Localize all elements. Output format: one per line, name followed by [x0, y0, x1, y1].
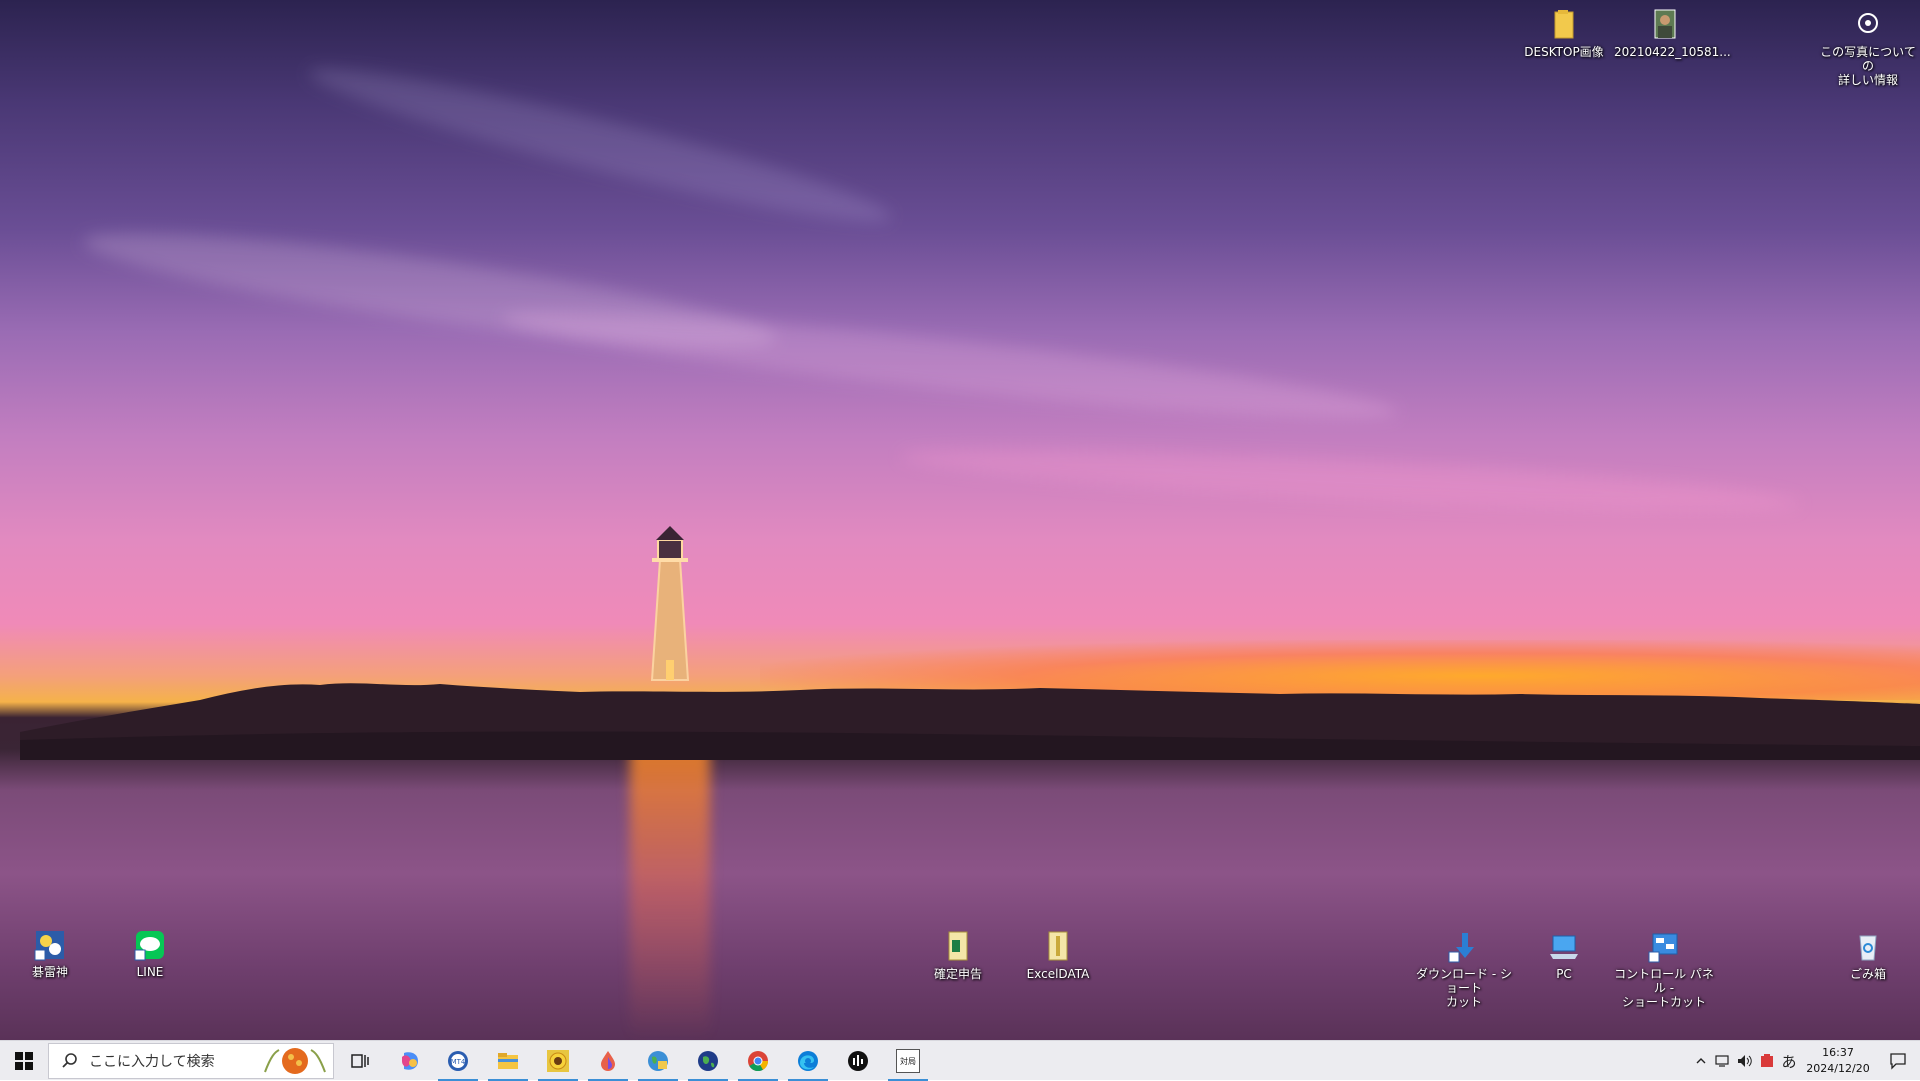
wallpaper-cloud — [899, 436, 1801, 524]
start-button[interactable] — [0, 1041, 48, 1081]
desktop-icon-desktop-images[interactable]: DESKTOP画像 — [1514, 8, 1614, 59]
taskbar-app-file-explorer[interactable] — [484, 1041, 532, 1081]
copilot-icon — [402, 1052, 418, 1070]
red-app-icon — [1761, 1054, 1773, 1067]
desktop-icon-line[interactable]: LINE — [100, 928, 200, 979]
search-highlight-image[interactable] — [261, 1046, 329, 1076]
desktop-icon-excel-data[interactable]: ExcelDATA — [1008, 930, 1108, 981]
taskbar: ここに入力して検索 MT4 対局 あ 16:37 2024/12/20 — [0, 1040, 1920, 1081]
notification-center-button[interactable] — [1876, 1041, 1920, 1081]
search-placeholder: ここに入力して検索 — [89, 1054, 215, 1070]
droplet-icon — [601, 1051, 615, 1071]
clock[interactable]: 16:37 2024/12/20 — [1800, 1045, 1876, 1077]
lighthouse — [650, 526, 690, 681]
windows-logo-icon — [15, 1052, 33, 1070]
desktop-icon-label: DESKTOP画像 — [1524, 45, 1604, 59]
desktop-icon-label: コントロール パネル - ショートカット — [1614, 967, 1714, 1009]
desktop-icon-recycle-bin[interactable]: ごみ箱 — [1818, 930, 1918, 981]
svg-text:MT4: MT4 — [451, 1058, 466, 1066]
desktop-icon-tax-return[interactable]: 確定申告 — [908, 930, 1008, 981]
search-input[interactable]: ここに入力して検索 — [48, 1043, 334, 1079]
desktop-icon-pc[interactable]: PC — [1514, 930, 1614, 981]
taskbar-app-copilot[interactable] — [386, 1041, 434, 1081]
mt4-icon: MT4 — [448, 1051, 468, 1071]
clock-time: 16:37 — [1822, 1046, 1854, 1059]
speaker-icon — [1738, 1055, 1752, 1067]
photo-thumbnail-icon — [1654, 9, 1676, 39]
taskbar-app-globe-1[interactable] — [634, 1041, 682, 1081]
volume-button[interactable] — [1734, 1041, 1756, 1081]
taskbar-app-stock[interactable] — [834, 1041, 882, 1081]
desktop[interactable]: DESKTOP画像 20210422_10581... この写真についての 詳し… — [0, 0, 1920, 1040]
clock-date: 2024/12/20 — [1806, 1062, 1870, 1075]
desktop-icon-igo-app[interactable]: 碁雷神 — [0, 928, 100, 979]
globe-icon — [648, 1051, 668, 1071]
taikyoku-icon: 対局 — [896, 1049, 920, 1073]
desktop-icon-label: PC — [1556, 967, 1572, 981]
camera-info-icon — [1858, 13, 1878, 33]
desktop-icon-label: 碁雷神 — [31, 965, 68, 979]
taskbar-app-mt4[interactable]: MT4 — [434, 1041, 482, 1081]
control-panel-icon — [1648, 933, 1678, 963]
taikyoku-icon-label: 対局 — [900, 1056, 916, 1066]
taskbar-app-edge[interactable] — [784, 1041, 832, 1081]
rock-jetty — [20, 683, 1920, 760]
desktop-icon-downloads-shortcut[interactable]: ダウンロード - ショート カット — [1414, 930, 1514, 1009]
task-view-icon — [351, 1054, 369, 1068]
folder-icon — [1554, 10, 1574, 39]
desktop-icon-label: この写真についての 詳しい情報 — [1820, 45, 1916, 87]
desktop-icon-label: ExcelDATA — [1026, 967, 1090, 981]
chrome-icon — [748, 1051, 769, 1072]
ime-mode: あ — [1781, 1052, 1797, 1071]
taskbar-app-globe-2[interactable] — [684, 1041, 732, 1081]
folder-zip-icon — [1048, 931, 1068, 961]
lighthouse-reflection — [630, 740, 710, 1040]
desktop-icon-control-panel-shortcut[interactable]: コントロール パネル - ショートカット — [1614, 930, 1714, 1009]
edge-icon — [798, 1051, 818, 1071]
ime-indicator[interactable]: あ — [1778, 1041, 1800, 1081]
desktop-icon-label: ダウンロード - ショート カット — [1416, 967, 1512, 1009]
desktop-icon-photo-info[interactable]: この写真についての 詳しい情報 — [1818, 8, 1918, 87]
show-hidden-icons-button[interactable] — [1690, 1041, 1712, 1081]
folder-icon — [498, 1053, 518, 1069]
sunflower-icon — [547, 1050, 569, 1072]
excel-file-icon — [948, 931, 968, 961]
desktop-icon-label: 確定申告 — [933, 967, 982, 981]
line-app-icon — [134, 931, 164, 961]
search-icon — [62, 1053, 77, 1068]
earth-icon — [698, 1051, 718, 1071]
wallpaper-cloud — [302, 48, 898, 242]
desktop-icon-photo-file[interactable]: 20210422_10581... — [1614, 8, 1731, 59]
notification-icon — [1890, 1053, 1906, 1070]
desktop-icon-label: ごみ箱 — [1849, 967, 1886, 981]
stock-chart-icon — [848, 1051, 868, 1071]
igo-app-icon — [34, 931, 64, 961]
taskbar-app-droplet[interactable] — [584, 1041, 632, 1081]
taskbar-app-taikyoku[interactable]: 対局 — [884, 1041, 932, 1081]
recycle-bin-icon — [1859, 935, 1877, 961]
tray-app-button[interactable] — [1756, 1041, 1778, 1081]
download-arrow-icon — [1448, 933, 1474, 963]
network-icon — [1715, 1055, 1729, 1067]
wallpaper-cloud — [499, 293, 1401, 437]
computer-icon — [1550, 935, 1578, 959]
desktop-icon-label: LINE — [136, 965, 164, 979]
taskbar-app-sunflower[interactable] — [534, 1041, 582, 1081]
taskbar-app-chrome[interactable] — [734, 1041, 782, 1081]
task-view-button[interactable] — [336, 1041, 384, 1081]
system-tray: あ 16:37 2024/12/20 — [1690, 1041, 1920, 1081]
desktop-icon-label: 20210422_10581... — [1614, 45, 1731, 59]
network-button[interactable] — [1712, 1041, 1734, 1081]
chevron-up-icon — [1696, 1058, 1706, 1064]
